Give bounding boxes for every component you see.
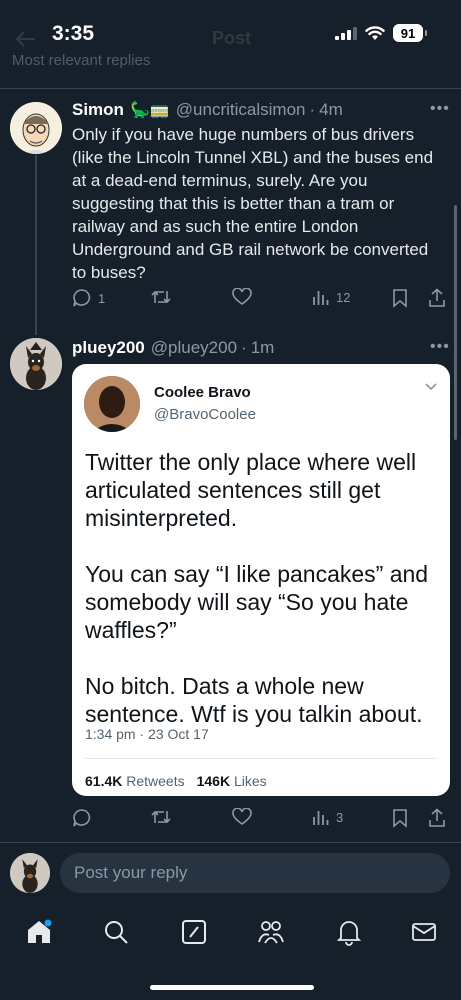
like-stat: 146K Likes <box>197 773 267 789</box>
reply-icon <box>73 809 91 827</box>
tab-search[interactable] <box>102 918 130 946</box>
search-icon <box>105 921 128 944</box>
quoted-text: Twitter the only place where well articu… <box>85 448 440 728</box>
reply-header: Simon 🦕🚃 @uncriticalsimon · 4m <box>72 100 343 120</box>
reply-header: pluey200 @pluey200 · 1m <box>72 338 274 358</box>
tab-communities[interactable] <box>257 918 285 946</box>
reply-count: 1 <box>98 290 106 306</box>
retweet-count: 61.4K <box>85 773 123 789</box>
post-time: 4m <box>319 100 343 119</box>
quoted-paragraph: You can say “I like pancakes” and somebo… <box>85 561 429 643</box>
retweet-action[interactable] <box>150 288 172 306</box>
author-handle[interactable]: @pluey200 <box>151 338 237 358</box>
thread-line <box>35 155 37 335</box>
communities-icon <box>258 921 284 944</box>
divider <box>0 88 461 89</box>
author-name[interactable]: Simon <box>72 100 124 120</box>
reply-text: Only if you have huge numbers of bus dri… <box>72 125 434 282</box>
name-emoji: 🦕🚃 <box>129 102 170 119</box>
retweet-icon <box>151 290 171 304</box>
more-options-icon[interactable]: ••• <box>430 338 450 356</box>
dog-avatar-icon <box>10 853 50 893</box>
views-action[interactable]: 3 <box>312 808 343 826</box>
views-count: 3 <box>336 809 344 825</box>
messages-icon <box>412 923 436 941</box>
dog-avatar-icon <box>10 338 62 390</box>
quoted-author-name: Coolee Bravo <box>154 384 251 401</box>
like-label: Likes <box>233 773 267 789</box>
back-arrow-icon[interactable] <box>14 30 36 48</box>
attached-image[interactable]: Coolee Bravo @BravoCoolee Twitter the on… <box>72 364 450 796</box>
sort-label[interactable]: Most relevant replies <box>12 52 150 69</box>
like-count: 146K <box>196 773 231 789</box>
retweet-action[interactable] <box>150 808 172 826</box>
author-name[interactable]: pluey200 <box>72 338 145 358</box>
reply-input[interactable]: Post your reply <box>60 853 450 893</box>
my-avatar[interactable] <box>10 853 50 893</box>
share-action[interactable] <box>428 808 446 828</box>
action-bar: 3 <box>72 808 452 832</box>
reply-action[interactable]: 1 <box>72 288 105 308</box>
retweet-label: Retweets <box>126 773 185 789</box>
like-action[interactable] <box>232 808 252 826</box>
quoted-paragraph: No bitch. Dats a whole new sentence. Wtf… <box>85 673 423 727</box>
views-chart-icon <box>313 811 329 825</box>
retweet-icon <box>151 810 171 824</box>
more-options-icon[interactable]: ••• <box>430 100 450 118</box>
reply-icon <box>73 289 91 307</box>
heart-icon <box>232 288 252 305</box>
tab-messages[interactable] <box>410 918 438 946</box>
views-action[interactable]: 12 <box>312 288 350 306</box>
views-chart-icon <box>313 291 329 305</box>
page-title: Post <box>212 28 252 48</box>
home-indicator[interactable] <box>150 985 314 990</box>
notifications-icon <box>336 921 362 946</box>
home-icon <box>28 919 52 943</box>
share-icon <box>429 808 445 827</box>
separator-dot: · <box>309 100 316 119</box>
bottom-tab-bar <box>0 910 461 954</box>
chevron-down-icon <box>425 383 437 391</box>
quoted-author-handle: @BravoCoolee <box>154 406 256 423</box>
share-action[interactable] <box>428 288 446 308</box>
like-action[interactable] <box>232 288 252 306</box>
scrollbar[interactable] <box>454 205 457 440</box>
bookmark-action[interactable] <box>392 288 408 308</box>
post-time: 1m <box>250 338 275 357</box>
tab-home[interactable] <box>25 918 53 946</box>
action-bar: 1 12 <box>72 288 452 312</box>
person-photo-icon <box>84 376 140 432</box>
divider <box>0 842 461 843</box>
quoted-timestamp: 1:34 pm · 23 Oct 17 <box>85 726 209 742</box>
cartoon-face-avatar-icon <box>10 102 62 154</box>
reply-action[interactable] <box>72 808 92 828</box>
divider <box>85 758 437 759</box>
quoted-stats: 61.4K Retweets 146K Likes <box>85 773 267 789</box>
compose-icon <box>182 920 206 944</box>
tab-notifications[interactable] <box>335 918 363 946</box>
share-icon <box>429 288 445 307</box>
separator-dot: · <box>241 338 247 357</box>
quoted-author-avatar <box>84 376 140 432</box>
heart-icon <box>232 808 252 825</box>
quoted-paragraph: Twitter the only place where well articu… <box>85 449 417 531</box>
retweet-stat: 61.4K Retweets <box>85 773 185 789</box>
bookmark-icon <box>393 809 407 828</box>
tab-compose[interactable] <box>180 918 208 946</box>
bookmark-icon <box>393 289 407 308</box>
avatar[interactable] <box>10 338 62 390</box>
views-count: 12 <box>336 289 351 305</box>
bookmark-action[interactable] <box>392 808 408 828</box>
avatar[interactable] <box>10 102 62 154</box>
author-handle[interactable]: @uncriticalsimon <box>176 100 306 120</box>
